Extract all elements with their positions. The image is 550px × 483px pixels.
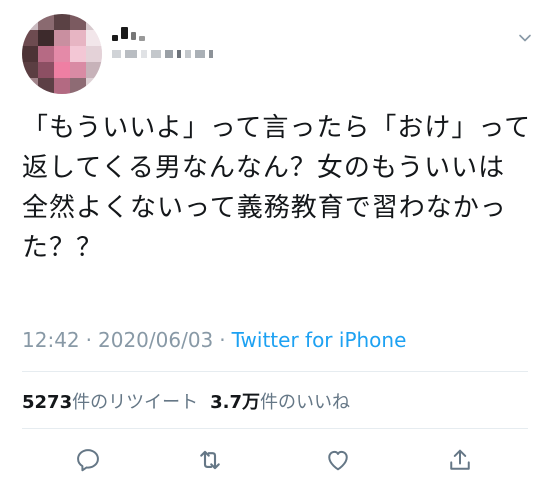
avatar[interactable] (22, 14, 102, 94)
reply-button[interactable] (72, 444, 104, 476)
handle-pixels (112, 50, 213, 58)
tweet-time[interactable]: 12:42 (22, 328, 80, 352)
display-name-redacted (112, 22, 213, 44)
meta-separator: · (219, 328, 226, 352)
retweet-label[interactable]: 件のリツイート (72, 388, 198, 414)
tweet-source-link[interactable]: Twitter for iPhone (232, 328, 407, 352)
tweet-text: 「もういいよ」って言ったら「おけ」って返してくる男なんなん？女のもういいは全然よ… (22, 113, 532, 263)
tweet-date[interactable]: 2020/06/03 (98, 328, 213, 352)
retweet-icon (200, 450, 220, 470)
like-count[interactable]: 3.7万 (210, 388, 260, 414)
tweet-stats: 5273 件のリツイート 3.7万 件のいいね (22, 388, 362, 414)
user-identity[interactable] (112, 22, 213, 58)
like-button[interactable] (322, 444, 354, 476)
share-button[interactable] (444, 444, 476, 476)
divider (22, 371, 528, 372)
heart-icon (328, 450, 348, 471)
tweet-meta: 12:42 · 2020/06/03 · Twitter for iPhone (22, 328, 406, 352)
retweet-button[interactable] (194, 444, 226, 476)
tweet-card: 「もういいよ」って言ったら「おけ」って返してくる男なんなん？女のもういいは全然よ… (0, 0, 550, 483)
divider (22, 428, 528, 429)
share-icon (450, 449, 470, 470)
reply-icon (77, 449, 99, 472)
action-bar (0, 440, 550, 480)
meta-separator: · (85, 328, 92, 352)
like-label[interactable]: 件のいいね (260, 388, 350, 414)
chevron-down-icon[interactable] (518, 30, 532, 44)
retweet-count[interactable]: 5273 (22, 392, 72, 413)
